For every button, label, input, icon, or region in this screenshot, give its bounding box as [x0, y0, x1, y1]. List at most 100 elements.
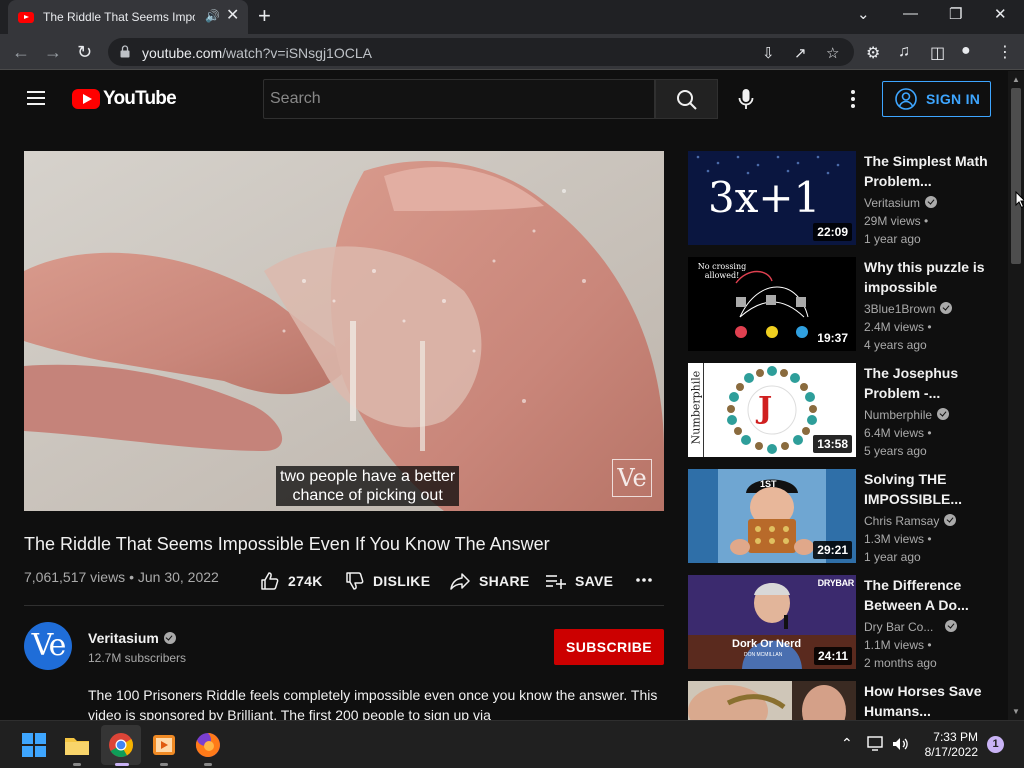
- recommended-views: 2.4M views •: [864, 320, 932, 334]
- recommended-channel: Veritasium: [864, 196, 938, 210]
- dry-bar-brand: DRYBAR: [817, 578, 855, 588]
- recommended-title[interactable]: Solving THE IMPOSSIBLE...: [864, 469, 990, 509]
- recommended-title[interactable]: The Josephus Problem -...: [864, 363, 990, 403]
- channel-name[interactable]: Veritasium: [88, 630, 176, 646]
- speaker-icon[interactable]: 🔊: [205, 9, 220, 23]
- minimize-icon[interactable]: —: [903, 5, 918, 22]
- browser-tab[interactable]: The Riddle That Seems Impo 🔊 ✕: [8, 0, 248, 34]
- save-button[interactable]: SAVE: [545, 571, 613, 591]
- video-caption: two people have a better chance of picki…: [276, 466, 460, 506]
- address-bar[interactable]: youtube.com/watch?v=iSNsgj1OCLA ⇩ ↗ ☆: [108, 38, 854, 66]
- share-page-icon[interactable]: ↗: [794, 44, 807, 62]
- windows-start-icon[interactable]: [20, 731, 48, 759]
- channel-watermark[interactable]: Ve: [612, 459, 652, 497]
- verified-icon: [945, 620, 958, 632]
- recommended-video[interactable]: 1ST 29:21 Solving THE IMPOSSIBLE... Chri…: [688, 469, 998, 564]
- explorer-indicator: [73, 763, 81, 766]
- video-thumbnail[interactable]: No crossing allowed! 19:37: [688, 257, 856, 351]
- screen: The Riddle That Seems Impo 🔊 ✕ + ⌄ — ❐ ✕…: [0, 0, 1024, 768]
- channel-avatar[interactable]: Ve: [24, 622, 72, 670]
- video-thumbnail[interactable]: 1ST 29:21: [688, 469, 856, 563]
- scroll-up-icon[interactable]: ▲: [1012, 75, 1020, 84]
- video-thumbnail[interactable]: [688, 681, 856, 720]
- verified-icon: [937, 408, 950, 420]
- media-indicator: [160, 763, 168, 766]
- firefox-indicator: [204, 763, 212, 766]
- recommended-video[interactable]: How Horses Save Humans...: [688, 681, 998, 720]
- share-button[interactable]: SHARE: [449, 571, 530, 591]
- volume-icon[interactable]: [891, 736, 909, 752]
- scroll-down-icon[interactable]: ▼: [1012, 707, 1020, 716]
- recommended-title[interactable]: Why this puzzle is impossible: [864, 257, 990, 297]
- settings-more-icon[interactable]: [851, 90, 855, 108]
- recommended-title[interactable]: How Horses Save Humans...: [864, 681, 990, 720]
- notification-badge[interactable]: 1: [987, 736, 1004, 753]
- reload-icon[interactable]: ↻: [77, 42, 92, 62]
- file-explorer-icon[interactable]: [63, 731, 91, 759]
- network-icon[interactable]: [867, 736, 885, 752]
- restore-icon[interactable]: ❐: [949, 5, 962, 23]
- browser-menu-icon[interactable]: ⋮: [997, 42, 1013, 62]
- search-input[interactable]: Search: [263, 79, 655, 119]
- recommended-views: 1.3M views •: [864, 532, 932, 546]
- video-description[interactable]: The 100 Prisoners Riddle feels completel…: [88, 685, 664, 725]
- close-tab-icon[interactable]: ✕: [226, 7, 239, 25]
- recommended-age: 1 year ago: [864, 232, 921, 246]
- browser-tab-strip: The Riddle That Seems Impo 🔊 ✕ + ⌄ — ❐ ✕: [0, 0, 1024, 34]
- recommended-views: 6.4M views •: [864, 426, 932, 440]
- like-button[interactable]: 274K: [260, 571, 323, 591]
- media-player-icon[interactable]: [150, 731, 178, 759]
- windows-taskbar: ⌃ 7:33 PM 8/17/2022: [0, 720, 1024, 768]
- thumbnail-text: No crossing allowed!: [697, 262, 747, 280]
- recommended-title[interactable]: The Difference Between A Do...: [864, 575, 990, 615]
- recommended-channel: Numberphile: [864, 408, 950, 422]
- profile-icon[interactable]: ●: [961, 42, 971, 60]
- microphone-icon[interactable]: [734, 87, 758, 111]
- dislike-button[interactable]: DISLIKE: [345, 571, 430, 591]
- video-thumbnail[interactable]: DRYBAR Dork Or Nerd DON MCMILLAN 24:11: [688, 575, 856, 669]
- section-divider: [24, 605, 664, 606]
- new-tab-icon[interactable]: +: [258, 4, 271, 28]
- video-frame-image: [24, 151, 664, 511]
- video-duration: 22:09: [813, 223, 852, 241]
- chrome-icon[interactable]: [107, 731, 135, 759]
- video-duration: 13:58: [813, 435, 852, 453]
- sign-in-button[interactable]: SIGN IN: [882, 81, 991, 117]
- system-clock[interactable]: 7:33 PM 8/17/2022: [918, 730, 978, 760]
- firefox-icon[interactable]: [194, 731, 222, 759]
- recommended-channel: 3Blue1Brown: [864, 302, 953, 316]
- video-title: The Riddle That Seems Impossible Even If…: [24, 534, 550, 554]
- thumbnail-art: [688, 681, 856, 720]
- extensions-icon[interactable]: ⚙: [866, 43, 880, 63]
- youtube-logo[interactable]: YouTube: [72, 88, 177, 110]
- scrollbar-thumb[interactable]: [1011, 88, 1021, 264]
- video-player[interactable]: two people have a better chance of picki…: [24, 151, 664, 511]
- search-button[interactable]: [655, 79, 718, 119]
- recommended-age: 4 years ago: [864, 338, 927, 352]
- playlist-add-icon: [546, 575, 566, 589]
- window-close-icon[interactable]: ✕: [994, 5, 1007, 23]
- subscribe-button[interactable]: SUBSCRIBE: [554, 629, 664, 665]
- video-duration: 29:21: [813, 541, 852, 559]
- forward-icon[interactable]: →: [44, 42, 62, 62]
- bookmark-star-icon[interactable]: ☆: [826, 44, 839, 62]
- install-app-icon[interactable]: ⇩: [762, 44, 775, 62]
- hamburger-menu-icon[interactable]: [27, 91, 45, 105]
- mouse-cursor-icon: [1015, 191, 1024, 209]
- recommended-channel: Dry Bar Co...: [864, 620, 958, 634]
- video-thumbnail[interactable]: Numberphile J 13:58: [688, 363, 856, 457]
- more-actions-icon[interactable]: [636, 578, 652, 582]
- recommended-video[interactable]: No crossing allowed! 19:37 Why this puzz…: [688, 257, 998, 352]
- media-control-icon[interactable]: ♫: [898, 43, 910, 61]
- recommended-video[interactable]: DRYBAR Dork Or Nerd DON MCMILLAN 24:11 T…: [688, 575, 998, 670]
- video-thumbnail[interactable]: 3x+1 22:09: [688, 151, 856, 245]
- recommended-video[interactable]: Numberphile J 13:58 The Josephus Problem…: [688, 363, 998, 458]
- back-icon[interactable]: ←: [12, 42, 30, 62]
- show-hidden-icons-icon[interactable]: ⌃: [841, 735, 853, 752]
- lock-icon: [120, 45, 130, 58]
- recommended-video[interactable]: 3x+1 22:09 The Simplest Math Problem... …: [688, 151, 998, 246]
- tab-search-icon[interactable]: ⌄: [857, 5, 870, 23]
- side-panel-icon[interactable]: ◫: [930, 43, 945, 63]
- recommended-title[interactable]: The Simplest Math Problem...: [864, 151, 990, 191]
- page-scrollbar[interactable]: ▲ ▼: [1008, 71, 1024, 720]
